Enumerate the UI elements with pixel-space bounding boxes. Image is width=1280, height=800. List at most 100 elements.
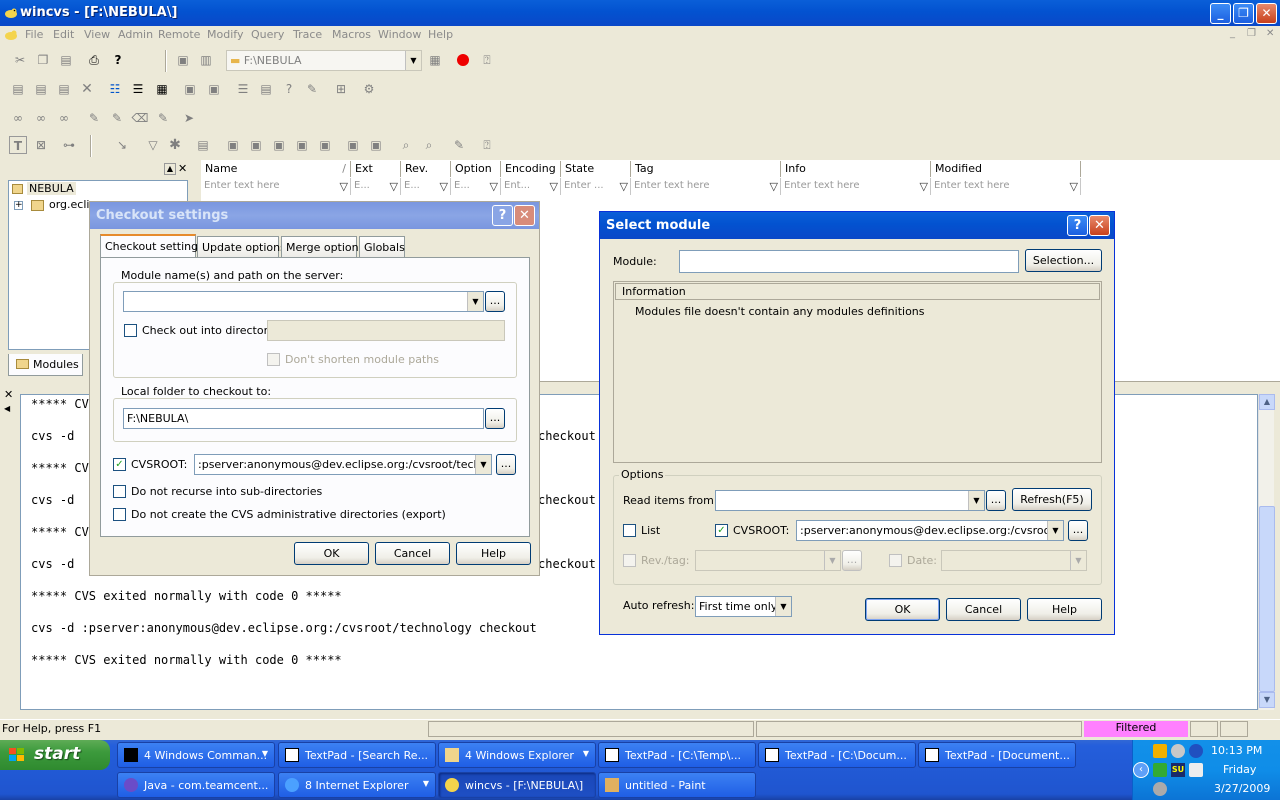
menu-trace[interactable]: Trace (293, 28, 322, 41)
browse-location-icon[interactable]: ▣ (174, 51, 192, 69)
date-checkbox[interactable] (889, 554, 902, 567)
watch-off-icon[interactable]: ∞ (32, 109, 50, 127)
information-header[interactable]: Information (615, 283, 1100, 300)
clock-time[interactable]: 10:13 PM (1211, 744, 1262, 757)
tree-view-icon[interactable]: ☷ (106, 80, 124, 98)
cvsroot-combo[interactable]: :pserver:anonymous@dev.eclipse.org:/cvsr… (194, 454, 492, 475)
rev-tag-checkbox[interactable] (623, 554, 636, 567)
stop-icon[interactable] (457, 54, 469, 66)
module-field[interactable] (679, 250, 1019, 273)
menu-file[interactable]: File (25, 28, 43, 41)
checkout-dir-field[interactable] (267, 320, 505, 341)
filter-encoding[interactable]: Ent... ▽ (501, 178, 561, 195)
help-button[interactable]: Help (1027, 598, 1102, 621)
ok-button[interactable]: OK (294, 542, 369, 565)
jump-icon[interactable]: ↘ (113, 136, 131, 154)
column-info[interactable]: Info (781, 161, 931, 177)
help-icon[interactable]: ? (109, 51, 127, 69)
wildcard-icon[interactable]: ✱ (166, 136, 184, 154)
maximize-button[interactable]: ❐ (1233, 3, 1254, 24)
expand-icon[interactable]: + (14, 201, 23, 210)
cvsroot-checkbox[interactable]: ✓ (113, 458, 126, 471)
cvsroot-browse-button[interactable]: ... (496, 454, 516, 475)
hide-missing-icon[interactable]: ▣ (367, 136, 385, 154)
taskbar-item[interactable]: TextPad - [Document... (918, 742, 1076, 768)
editors-icon[interactable]: ✎ (154, 109, 172, 127)
help-button[interactable]: Help (456, 542, 531, 565)
tab-merge-options[interactable]: Merge options (281, 236, 364, 258)
pane-close-icon[interactable]: ✕ (178, 162, 187, 175)
filter-rev[interactable]: E... ▽ (401, 178, 451, 195)
ignore-icon[interactable]: ▤ (194, 136, 212, 154)
path-combo[interactable]: ▬ F:\NEBULA ▼ (226, 50, 422, 71)
diff-icon[interactable]: ▣ (181, 80, 199, 98)
column-modified[interactable]: Modified (931, 161, 1081, 177)
menu-admin[interactable]: Admin (118, 28, 153, 41)
tab-update-options[interactable]: Update options (197, 236, 286, 258)
filter-state[interactable]: Enter ... ▽ (561, 178, 631, 195)
menu-modify[interactable]: Modify (207, 28, 243, 41)
print-icon[interactable]: ⎙ (85, 51, 103, 69)
help-icon[interactable]: ? (492, 205, 513, 226)
document-icon[interactable] (3, 27, 19, 43)
chevron-down-icon[interactable]: ▼ (968, 491, 984, 510)
show-unknown-icon[interactable]: ▣ (270, 136, 288, 154)
tree-root[interactable]: NEBULA (27, 182, 76, 195)
column-option[interactable]: Option (451, 161, 501, 177)
local-folder-browse-button[interactable]: ... (485, 408, 505, 429)
no-admin-checkbox[interactable] (113, 508, 126, 521)
dialog-title-bar[interactable]: Checkout settings (90, 202, 539, 229)
structure-icon[interactable]: ⊶ (60, 136, 78, 154)
filter-modified[interactable]: Enter text here ▽ (931, 178, 1081, 195)
tray-app-icon[interactable] (1153, 744, 1167, 758)
chevron-down-icon[interactable]: ▼ (467, 292, 483, 311)
tray-expand-icon[interactable]: ‹ (1133, 762, 1149, 778)
tab-checkout-settings[interactable]: Checkout settings (100, 234, 204, 258)
text-icon[interactable]: T (9, 136, 27, 154)
release-icon[interactable]: ⌫ (131, 109, 149, 127)
menu-window[interactable]: Window (378, 28, 421, 41)
main-title-bar[interactable]: wincvs - [F:\NEBULA\] _ ❐ ✕ (0, 0, 1280, 26)
taskbar-item[interactable]: Java - com.teamcent... (117, 772, 275, 798)
status-icon[interactable]: ? (280, 80, 298, 98)
console-close-icon[interactable]: ✕ (4, 388, 13, 401)
taskbar-item[interactable]: TextPad - [C:\Temp\... (598, 742, 756, 768)
date-combo[interactable]: ▼ (941, 550, 1087, 571)
console-scrollbar[interactable]: ▲ ▼ (1258, 394, 1275, 710)
cancel-button[interactable]: Cancel (375, 542, 450, 565)
close-icon[interactable]: ✕ (1089, 215, 1110, 236)
list-checkbox[interactable] (623, 524, 636, 537)
annotate-icon[interactable]: ▤ (257, 80, 275, 98)
taskbar-item[interactable]: TextPad - [Search Re... (278, 742, 436, 768)
local-folder-field[interactable]: F:\NEBULA\ (123, 408, 484, 429)
edit-file-icon[interactable]: ✎ (85, 109, 103, 127)
unedit-icon[interactable]: ✎ (108, 109, 126, 127)
search-cancel-icon[interactable]: ⌕ (420, 136, 438, 154)
grid-view-icon[interactable]: ▦ (153, 80, 171, 98)
chevron-down-icon[interactable]: ▼ (405, 51, 421, 70)
show-missing-icon[interactable]: ▣ (293, 136, 311, 154)
tray-chat-icon[interactable] (1171, 744, 1185, 758)
cut-icon[interactable]: ✂ (11, 51, 29, 69)
filter-info[interactable]: Enter text here ▽ (781, 178, 931, 195)
watchers-icon[interactable]: ∞ (55, 109, 73, 127)
binary-icon[interactable]: ⊠ (32, 136, 50, 154)
browse-up-icon[interactable]: ▥ (197, 51, 215, 69)
taskbar-item[interactable]: 8 Internet Explorer ▼ (278, 772, 436, 798)
browse-folder-icon[interactable]: ▦ (426, 51, 444, 69)
column-name[interactable]: Name / (201, 161, 351, 177)
list-view-icon[interactable]: ☰ (129, 80, 147, 98)
watch-on-icon[interactable]: ∞ (9, 109, 27, 127)
menu-edit[interactable]: Edit (53, 28, 74, 41)
chevron-down-icon[interactable]: ▼ (475, 455, 491, 474)
scroll-down-icon[interactable]: ▼ (1259, 692, 1275, 708)
copy-icon[interactable]: ❐ (34, 51, 52, 69)
help-context-icon[interactable]: ⍰ (478, 51, 496, 69)
taskbar-item[interactable]: TextPad - [C:\Docum... (758, 742, 916, 768)
taskbar-item[interactable]: 4 Windows Comman... ▼ (117, 742, 275, 768)
commit-icon[interactable]: ▤ (32, 80, 50, 98)
tab-globals[interactable]: Globals (359, 236, 405, 258)
paste-icon[interactable]: ▤ (57, 51, 75, 69)
column-state[interactable]: State (561, 161, 631, 177)
pane-up-icon[interactable]: ▲ (164, 163, 176, 175)
